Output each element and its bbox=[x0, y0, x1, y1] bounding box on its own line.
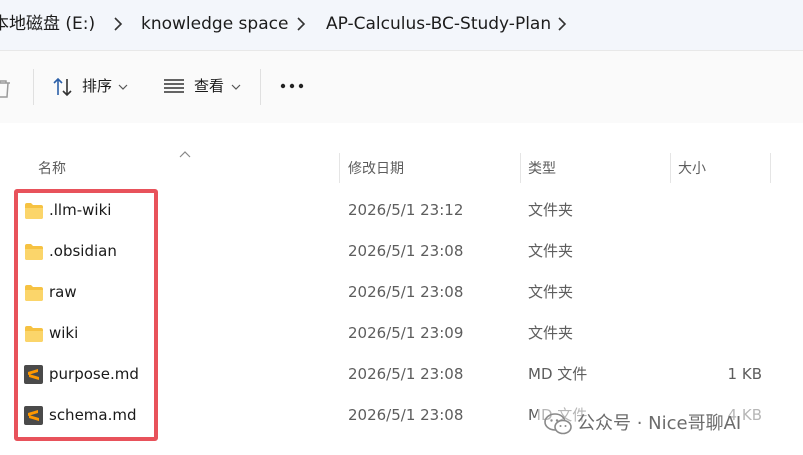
breadcrumb-item-current-folder[interactable]: AP-Calculus-BC-Study-Plan bbox=[326, 13, 551, 35]
file-date: 2026/5/1 23:08 bbox=[348, 242, 464, 260]
command-toolbar: 排序 查看 bbox=[0, 50, 803, 124]
column-size-header[interactable]: 大小 bbox=[678, 160, 706, 178]
highlight-annotation-box bbox=[14, 189, 158, 441]
breadcrumb-item-knowledge-space[interactable]: knowledge space bbox=[141, 13, 288, 35]
sort-ascending-icon bbox=[179, 151, 191, 158]
toolbar-divider bbox=[260, 69, 261, 105]
toolbar-divider bbox=[33, 69, 34, 105]
chevron-right-icon[interactable] bbox=[552, 14, 572, 34]
file-date: 2026/5/1 23:08 bbox=[348, 406, 464, 424]
column-name-header[interactable]: 名称 bbox=[38, 160, 66, 178]
column-type-header[interactable]: 类型 bbox=[528, 160, 556, 178]
watermark-text: 公众号 · Nice哥聊AI bbox=[577, 413, 742, 434]
file-date: 2026/5/1 23:08 bbox=[348, 365, 464, 383]
column-divider[interactable] bbox=[520, 153, 521, 183]
file-size bbox=[680, 231, 762, 272]
sort-button[interactable]: 排序 bbox=[50, 73, 132, 101]
file-type: 文件夹 bbox=[528, 242, 574, 260]
file-size bbox=[680, 190, 762, 231]
view-button[interactable]: 查看 bbox=[162, 73, 244, 101]
wechat-logo-icon bbox=[544, 413, 572, 435]
address-breadcrumb: 本地磁盘 (E:) knowledge space AP-Calculus-BC… bbox=[0, 0, 803, 50]
list-view-icon bbox=[164, 79, 184, 93]
column-divider[interactable] bbox=[770, 153, 771, 183]
breadcrumb-item-drive[interactable]: 本地磁盘 (E:) bbox=[0, 13, 95, 35]
file-type: 文件夹 bbox=[528, 324, 574, 342]
column-date-header[interactable]: 修改日期 bbox=[348, 160, 404, 178]
file-size bbox=[680, 272, 762, 313]
file-date: 2026/5/1 23:09 bbox=[348, 324, 464, 342]
file-size: 1 KB bbox=[727, 365, 762, 383]
file-size bbox=[680, 313, 762, 354]
delete-icon[interactable] bbox=[0, 79, 12, 99]
column-divider[interactable] bbox=[670, 153, 671, 183]
file-date: 2026/5/1 23:08 bbox=[348, 283, 464, 301]
more-options-button[interactable] bbox=[276, 73, 308, 101]
column-divider[interactable] bbox=[339, 153, 340, 183]
chevron-down-icon bbox=[118, 84, 128, 90]
chevron-down-icon bbox=[231, 84, 241, 90]
file-type: 文件夹 bbox=[528, 201, 574, 219]
column-header: 名称 修改日期 类型 大小 bbox=[0, 123, 803, 185]
chevron-right-icon[interactable] bbox=[108, 14, 128, 34]
sort-label: 排序 bbox=[82, 77, 113, 95]
sort-arrows-icon bbox=[53, 77, 72, 97]
file-type: 文件夹 bbox=[528, 283, 574, 301]
more-dots-icon bbox=[280, 83, 304, 89]
watermark: 公众号 · Nice哥聊AI bbox=[538, 404, 803, 444]
file-date: 2026/5/1 23:12 bbox=[348, 201, 464, 219]
chevron-right-icon[interactable] bbox=[291, 14, 311, 34]
view-label: 查看 bbox=[194, 77, 225, 95]
file-type: MD 文件 bbox=[528, 365, 588, 383]
